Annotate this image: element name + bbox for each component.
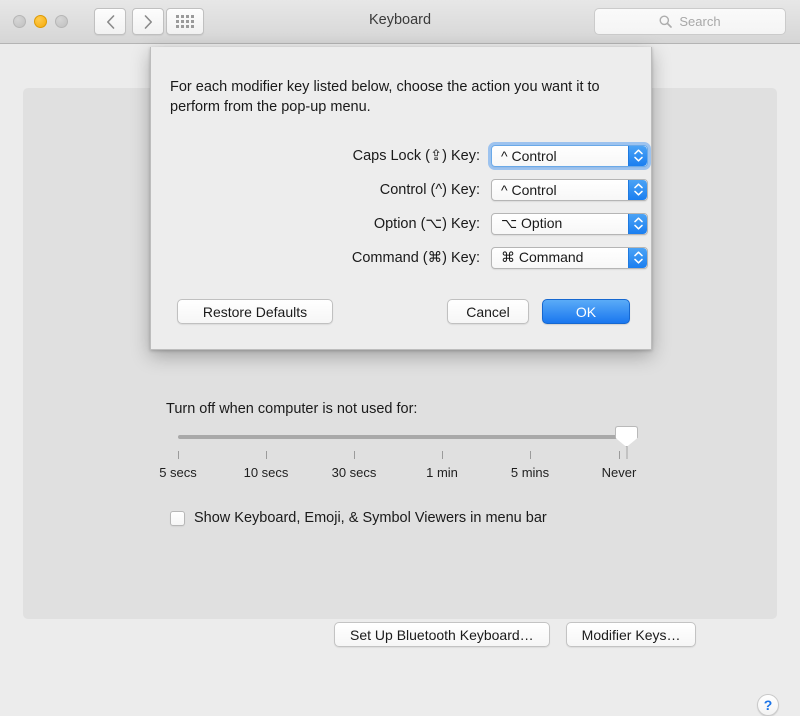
- restore-defaults-button[interactable]: Restore Defaults: [177, 299, 333, 324]
- show-viewers-checkbox-row[interactable]: Show Keyboard, Emoji, & Symbol Viewers i…: [170, 510, 547, 526]
- modifier-row-label: Command (⌘) Key:: [351, 249, 480, 266]
- search-icon: [659, 15, 673, 28]
- modifier-row-label: Control (^) Key:: [379, 181, 480, 198]
- modifier-row-label: Caps Lock (⇪) Key:: [352, 147, 480, 164]
- chevron-up-icon: [633, 217, 643, 223]
- slider-tick-label: 10 secs: [243, 465, 289, 480]
- slider-track: [178, 435, 620, 439]
- slider-tick-marks: [166, 451, 632, 461]
- modifier-row-control: Control (^) Key: ^ Control: [151, 173, 653, 206]
- chevron-down-icon: [633, 224, 643, 230]
- pane-bottom-buttons: Set Up Bluetooth Keyboard… Modifier Keys…: [334, 622, 697, 647]
- backlight-timeout-label: Turn off when computer is not used for:: [166, 401, 418, 417]
- modifier-keys-dialog: For each modifier key listed below, choo…: [150, 47, 652, 350]
- popup-value: ^ Control: [501, 147, 557, 164]
- slider-tick-label: Never: [601, 465, 637, 480]
- slider-tick-label: 5 secs: [159, 465, 197, 480]
- command-action-popup[interactable]: ⌘ Command: [491, 246, 648, 269]
- caps-lock-action-popup[interactable]: ^ Control: [488, 141, 651, 170]
- modifier-key-rows: Caps Lock (⇪) Key: ^ Control Control (^)…: [151, 139, 653, 275]
- search-placeholder: Search: [679, 14, 721, 29]
- backlight-timeout-slider[interactable]: 5 secs 10 secs 30 secs 1 min 5 mins Neve…: [159, 426, 638, 489]
- modifier-keys-button[interactable]: Modifier Keys…: [565, 622, 697, 647]
- chevron-down-icon: [633, 156, 643, 162]
- show-viewers-checkbox[interactable]: [170, 510, 185, 526]
- chevron-up-icon: [633, 183, 643, 189]
- slider-tick-label: 5 mins: [510, 465, 550, 480]
- modifier-row-label: Option (⌥) Key:: [373, 215, 480, 232]
- chevron-down-icon: [633, 258, 643, 264]
- slider-thumb[interactable]: [615, 426, 638, 447]
- option-action-popup[interactable]: ⌥ Option: [491, 212, 648, 235]
- popup-stepper-arrows[interactable]: [628, 247, 647, 268]
- popup-value: ⌥ Option: [501, 215, 563, 231]
- popup-value: ⌘ Command: [501, 249, 584, 265]
- show-viewers-label: Show Keyboard, Emoji, & Symbol Viewers i…: [194, 510, 547, 526]
- control-action-popup[interactable]: ^ Control: [491, 178, 648, 201]
- modifier-row-option: Option (⌥) Key: ⌥ Option: [151, 207, 653, 240]
- chevron-down-icon: [633, 190, 643, 196]
- search-field[interactable]: Search: [594, 8, 786, 35]
- set-up-bluetooth-keyboard-button[interactable]: Set Up Bluetooth Keyboard…: [334, 622, 550, 647]
- modifier-row-caps-lock: Caps Lock (⇪) Key: ^ Control: [151, 139, 653, 172]
- help-button[interactable]: ?: [757, 694, 779, 716]
- popup-stepper-arrows[interactable]: [628, 145, 647, 166]
- modifier-row-command: Command (⌘) Key: ⌘ Command: [151, 241, 653, 274]
- slider-tick-label: 1 min: [426, 465, 458, 480]
- popup-stepper-arrows[interactable]: [628, 213, 647, 234]
- window-titlebar: Keyboard Search: [0, 0, 800, 44]
- slider-thumb-stem: [626, 446, 628, 459]
- popup-value: ^ Control: [501, 181, 557, 198]
- dialog-buttons: Restore Defaults Cancel OK: [151, 299, 653, 329]
- popup-stepper-arrows[interactable]: [628, 179, 647, 200]
- ok-button[interactable]: OK: [542, 299, 630, 324]
- slider-tick-label: 30 secs: [331, 465, 377, 480]
- chevron-up-icon: [633, 251, 643, 257]
- chevron-up-icon: [633, 149, 643, 155]
- cancel-button[interactable]: Cancel: [447, 299, 529, 324]
- dialog-description: For each modifier key listed below, choo…: [170, 79, 600, 115]
